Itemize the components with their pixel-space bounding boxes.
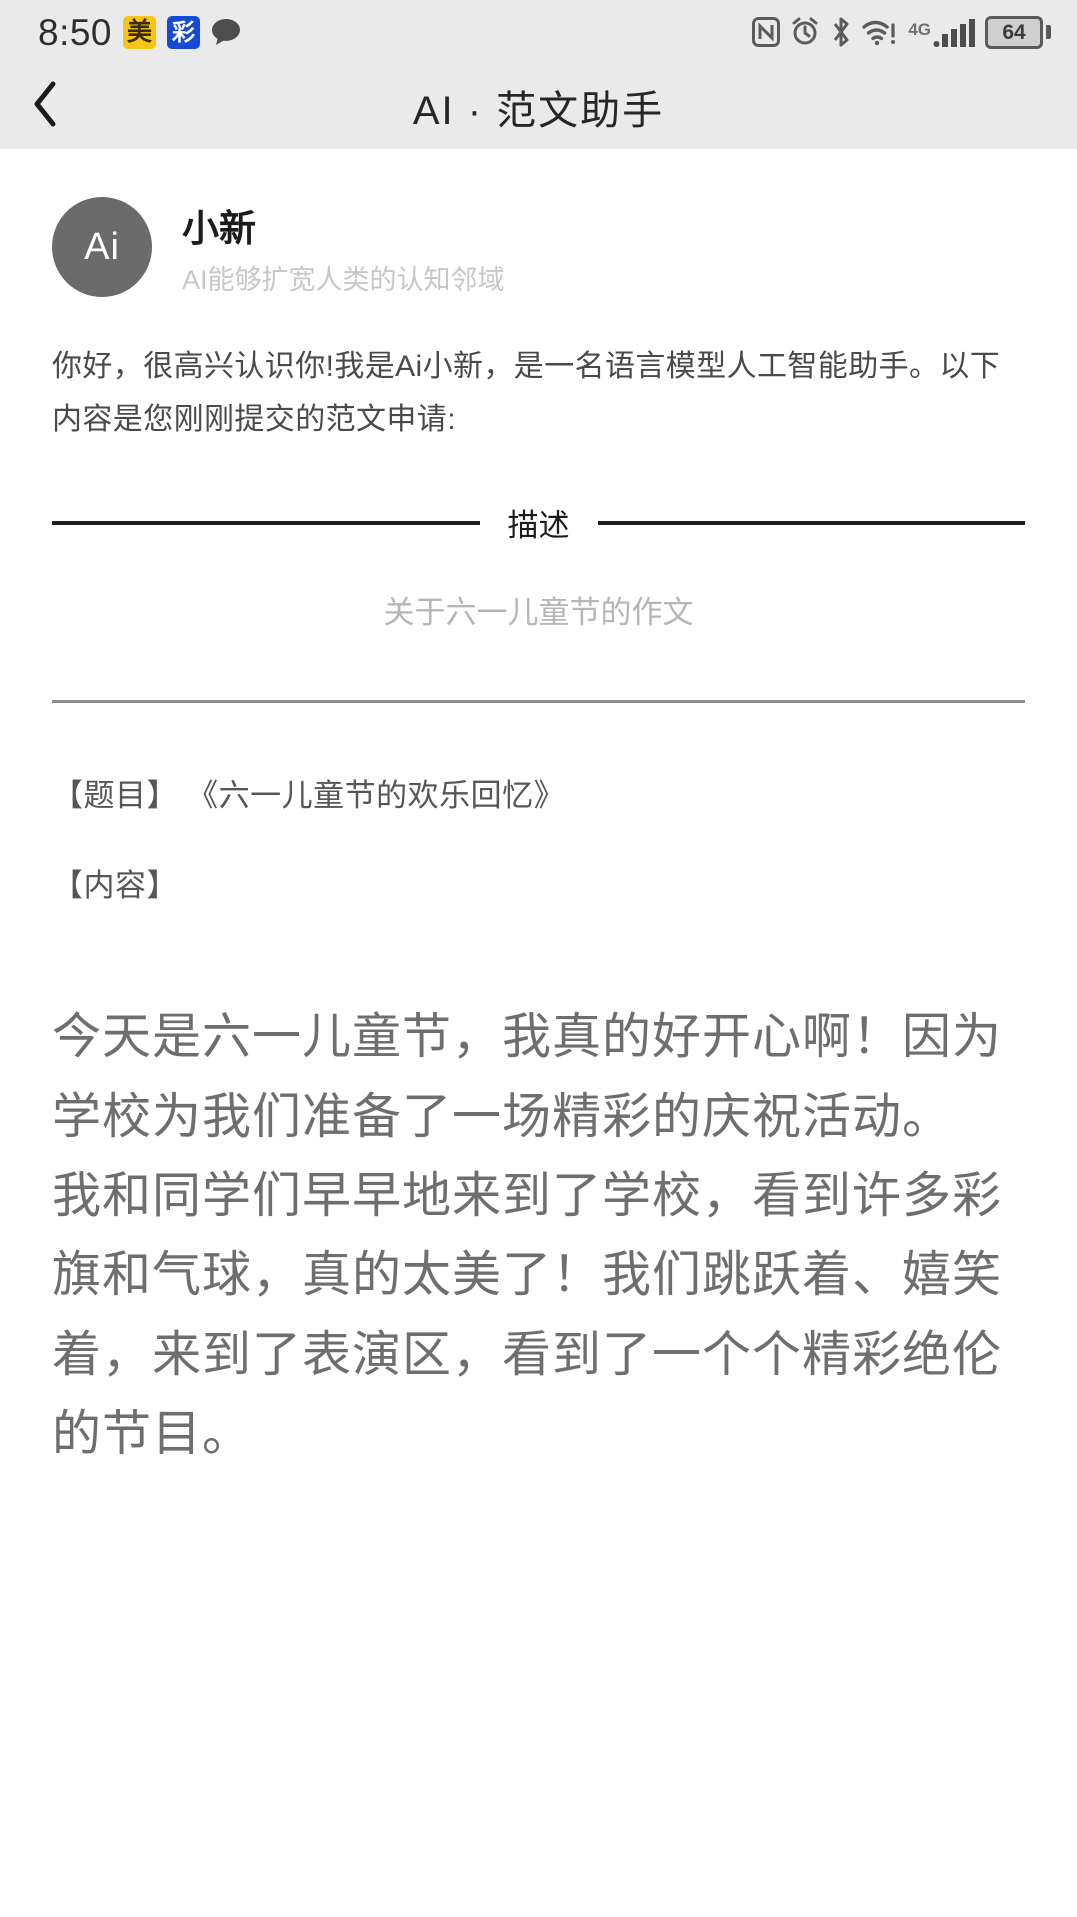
status-bar-right: 4G 64 — [752, 15, 1051, 49]
essay-paragraph-1: 今天是六一儿童节，我真的好开心啊！因为学校为我们准备了一场精彩的庆祝活动。 — [52, 1010, 1003, 1144]
battery-indicator: 64 — [985, 15, 1051, 49]
battery-cap-icon — [1046, 25, 1051, 39]
conversation-content: Ai 小新 AI能够扩宽人类的认知邻域 你好，很高兴认识你!我是Ai小新，是一名… — [0, 149, 1077, 1917]
divider-rule-right — [597, 520, 1025, 525]
description-value: 关于六一儿童节的作文 — [383, 595, 694, 630]
wifi-warning-icon — [862, 17, 898, 47]
assistant-profile: Ai 小新 AI能够扩宽人类的认知邻域 — [52, 197, 1025, 297]
description-divider-label: 描述 — [507, 508, 570, 543]
app-header: AI · 范文助手 — [0, 64, 1077, 149]
bluetooth-icon — [830, 16, 852, 48]
page-title: AI · 范文助手 — [412, 88, 665, 133]
phone-screen: 8:50 美 彩 4G 64 AI · 范文助手 Ai 小新 AI能够扩宽人类的… — [0, 0, 1077, 1917]
chevron-left-icon — [32, 81, 58, 132]
status-bar-clock: 8:50 — [38, 11, 113, 53]
divider-rule-left — [52, 520, 480, 525]
description-divider: 描述 — [52, 500, 1025, 545]
assistant-identity: 小新 AI能够扩宽人类的认知邻域 — [182, 198, 505, 297]
essay-paragraph-2: 我和同学们早早地来到了学校，看到许多彩旗和气球，真的太美了！我们跳跃着、嬉笑着，… — [52, 1168, 1003, 1462]
avatar: Ai — [52, 197, 152, 297]
nfc-icon — [752, 17, 781, 47]
greeting-message: 你好，很高兴认识你!我是Ai小新，是一名语言模型人工智能助手。以下内容是您刚刚提… — [52, 350, 1001, 436]
meituan-badge-icon: 美 — [123, 15, 157, 49]
alarm-clock-icon — [790, 17, 820, 47]
status-bar-left: 8:50 美 彩 — [38, 14, 241, 51]
status-bar: 8:50 美 彩 4G 64 — [0, 0, 1077, 64]
blue-app-badge-icon: 彩 — [167, 15, 201, 49]
speech-bubble-icon — [211, 18, 241, 46]
network-type-label: 4G — [908, 20, 931, 39]
back-button[interactable] — [0, 64, 90, 149]
assistant-tagline: AI能够扩宽人类的认知邻域 — [182, 264, 505, 295]
essay-meta: 【题目】 《六一儿童节的欢乐回忆》 【内容】 — [52, 771, 1025, 910]
signal-4g-icon: 4G — [908, 16, 975, 48]
battery-percent-label: 64 — [1002, 20, 1026, 44]
section-separator — [52, 700, 1025, 703]
essay-body: 今天是六一儿童节，我真的好开心啊！因为学校为我们准备了一场精彩的庆祝活动。 我和… — [52, 998, 1025, 1474]
essay-title-line: 【题目】 《六一儿童节的欢乐回忆》 — [52, 778, 566, 813]
essay-content-label: 【内容】 — [52, 867, 178, 903]
assistant-name: 小新 — [182, 207, 256, 249]
